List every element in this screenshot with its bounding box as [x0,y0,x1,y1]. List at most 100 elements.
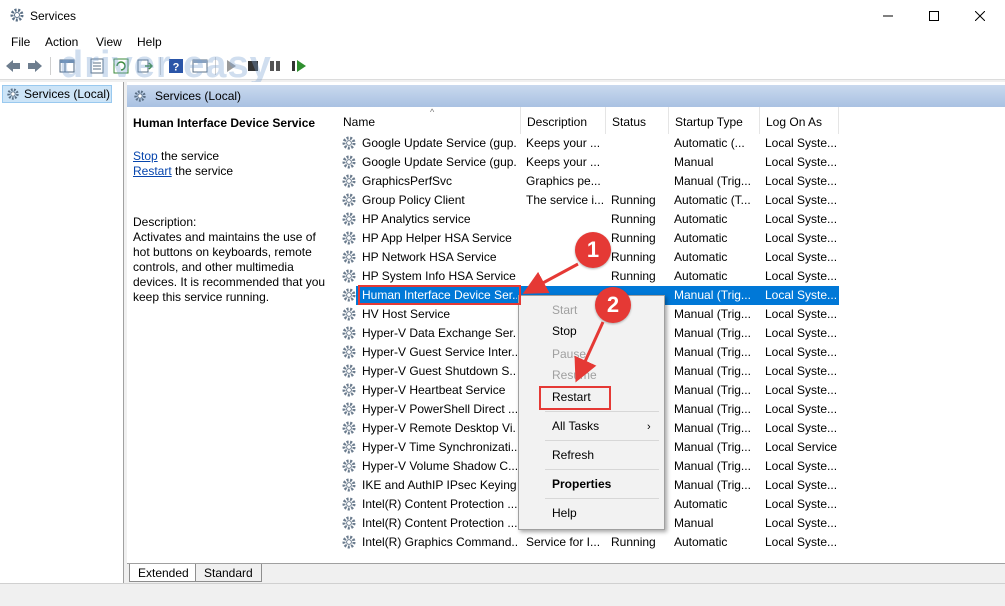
column-description[interactable]: Description [521,107,606,134]
cell-log-on-as: Local Syste... [765,478,838,492]
cell-name: Intel(R) Content Protection ... [362,516,517,530]
column-startup-type[interactable]: Startup Type [669,107,760,134]
table-row[interactable]: Hyper-V Heartbeat Service Manual (Trig...… [330,381,1005,400]
table-row[interactable]: Hyper-V Data Exchange Ser... Manual (Trig… [330,324,1005,343]
table-row[interactable]: HP System Info HSA Service Running Automat… [330,267,1005,286]
table-row[interactable]: Hyper-V Volume Shadow C... Manual (Trig..… [330,457,1005,476]
table-row[interactable]: Hyper-V Guest Shutdown S... Manual (Trig.… [330,362,1005,381]
cell-name: Group Policy Client [362,193,465,207]
restart-service-button[interactable] [290,57,308,75]
table-row[interactable]: Group Policy Client The service i... Runni… [330,191,1005,210]
table-row[interactable]: IKE and AuthIP IPsec Keying... Manual (Tr… [330,476,1005,495]
cell-startup-type: Manual [674,516,714,530]
table-row[interactable]: Hyper-V Remote Desktop Vi... Manual (Trig… [330,419,1005,438]
restart-service-link[interactable]: Restart [133,164,172,178]
forward-arrow-icon [28,60,42,72]
stop-action-line: Stop the service [133,149,219,163]
table-row[interactable]: Google Update Service (gup... Keeps your … [330,134,1005,153]
watermark-logo: driver easy [60,44,272,86]
cell-startup-type: Automatic [674,269,728,283]
table-row[interactable]: HP Analytics service Running Automatic Loca… [330,210,1005,229]
table-row[interactable]: Intel(R) Graphics Command... Service for … [330,533,1005,552]
cell-log-on-as: Local Syste... [765,307,838,321]
forward-button[interactable] [26,57,44,75]
table-row[interactable]: HP App Helper HSA Service Running Automati… [330,229,1005,248]
description-line: Activates and maintains the use of [133,230,316,244]
cell-log-on-as: Local Syste... [765,155,838,169]
cell-name: Intel(R) Graphics Command... [362,535,517,549]
cell-name: HP App Helper HSA Service [362,231,512,245]
cell-log-on-as: Local Syste... [765,364,838,378]
service-gear-icon [341,515,357,531]
maximize-button[interactable] [911,0,957,31]
selected-service-name: Human Interface Device Service [133,116,316,130]
table-row[interactable]: HV Host Service Manual (Trig... Local Syst… [330,305,1005,324]
table-row[interactable]: Hyper-V Guest Service Inter... Manual (Tr… [330,343,1005,362]
cell-description: Keeps your ... [526,136,601,150]
cell-startup-type: Automatic [674,535,728,549]
close-button[interactable] [957,0,1003,31]
cell-name: Hyper-V Time Synchronizati... [362,440,517,454]
menu-file[interactable]: File [11,35,30,49]
cell-log-on-as: Local Syste... [765,497,838,511]
cell-description: Keeps your ... [526,155,601,169]
cell-log-on-as: Local Syste... [765,212,838,226]
status-bar [0,583,1005,606]
cell-startup-type: Automatic (... [674,136,745,150]
column-name[interactable]: Name ^ [337,107,521,134]
service-gear-icon [341,534,357,550]
table-row[interactable]: Hyper-V Time Synchronizati... Manual (Tri… [330,438,1005,457]
service-gear-icon [341,154,357,170]
service-gear-icon [341,401,357,417]
cell-startup-type: Automatic (T... [674,193,751,207]
cell-description: The service i... [526,193,605,207]
minimize-button[interactable] [865,0,911,31]
menu-item-resume[interactable]: Resume [552,368,597,382]
cell-name: Hyper-V PowerShell Direct ... [362,402,517,416]
description-line: hot buttons on keyboards, remote [133,245,312,259]
table-row[interactable]: Google Update Service (gup... Keeps your … [330,153,1005,172]
tree-item-services-local[interactable]: Services (Local) [2,85,112,103]
table-row[interactable]: GraphicsPerfSvc Graphics pe... Manual (Tri… [330,172,1005,191]
table-row[interactable]: Hyper-V PowerShell Direct ... Manual (Tri… [330,400,1005,419]
cell-startup-type: Manual (Trig... [674,307,751,321]
cell-name: Google Update Service (gup... [362,136,517,150]
menu-item-all-tasks[interactable]: All Tasks [552,419,599,433]
tab-extended[interactable]: Extended [129,564,198,582]
tab-standard[interactable]: Standard [195,564,262,582]
cell-startup-type: Manual (Trig... [674,383,751,397]
cell-startup-type: Automatic [674,250,728,264]
restart-action-text: the service [171,164,234,178]
table-row[interactable]: Intel(R) Content Protection ...RunningMa… [330,514,1005,533]
menu-item-properties[interactable]: Properties [552,477,611,491]
cell-log-on-as: Local Syste... [765,459,838,473]
menu-item-pause[interactable]: Pause [552,347,586,361]
window-title: Services [30,9,77,23]
menu-item-help[interactable]: Help [552,506,577,520]
console-tree: Services (Local) [0,82,124,583]
menu-item-start[interactable]: Start [552,303,577,317]
column-log-on-as[interactable]: Log On As [760,107,839,134]
table-row[interactable]: Intel(R) Content Protection ... Automatic… [330,495,1005,514]
service-gear-icon [341,230,357,246]
cell-status: Running [611,212,656,226]
services-list: Name ^ Description Status Startup Type Lo… [330,107,1005,563]
step-badge-1: 1 [575,232,611,268]
cell-status: Running [611,535,656,549]
stop-service-link[interactable]: Stop [133,149,158,163]
table-row[interactable]: HP Network HSA Service Running Automatic Lo… [330,248,1005,267]
menu-item-refresh[interactable]: Refresh [552,448,594,462]
cell-startup-type: Manual (Trig... [674,326,751,340]
column-status[interactable]: Status [606,107,669,134]
back-button[interactable] [4,57,22,75]
menu-item-stop[interactable]: Stop [552,324,577,338]
description-label: Description: [133,215,197,229]
description-line: keep this service running. [133,290,270,304]
description-line: controls, and other multimedia [133,260,294,274]
sort-ascending-icon: ^ [430,107,435,117]
service-gear-icon [341,173,357,189]
cell-log-on-as: Local Syste... [765,421,838,435]
cell-name: HP System Info HSA Service [362,269,516,283]
cell-name: Hyper-V Guest Shutdown S... [362,364,517,378]
restart-action-line: Restart the service [133,164,233,178]
